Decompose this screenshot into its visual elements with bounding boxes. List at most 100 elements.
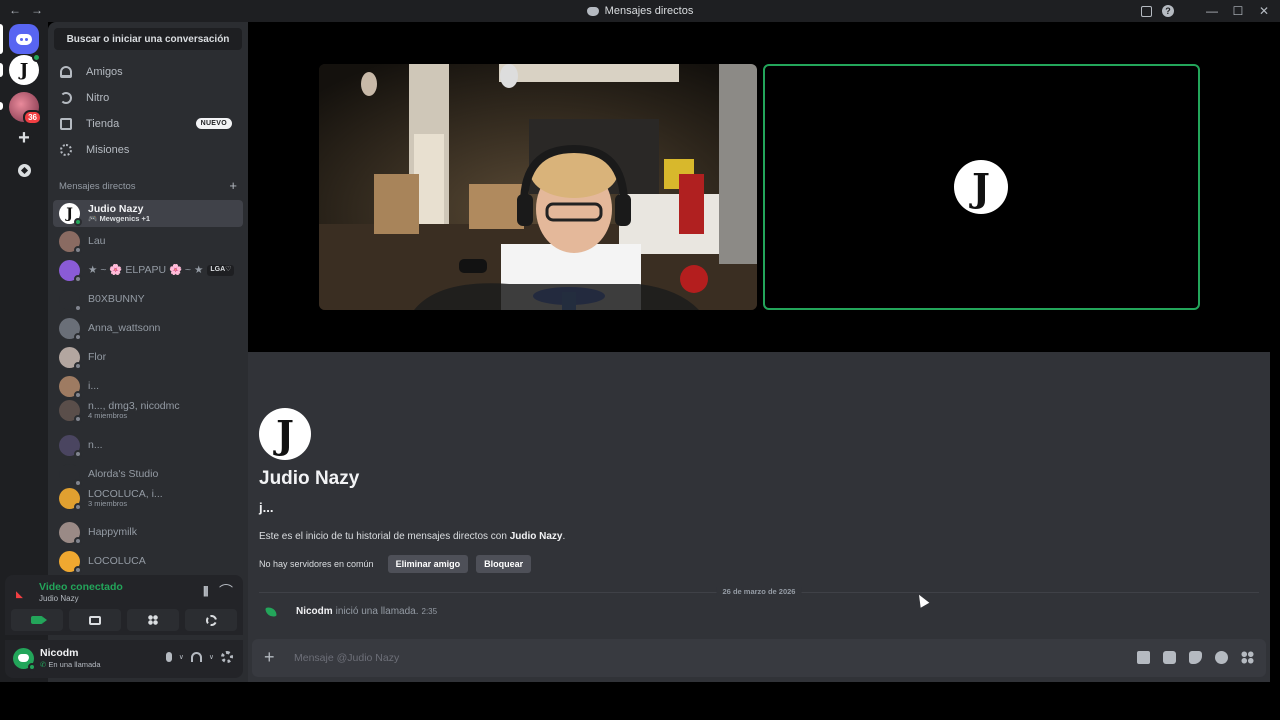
status-dot — [74, 450, 82, 458]
create-dm-icon[interactable]: + — [229, 179, 237, 192]
screen-share-button[interactable] — [69, 609, 121, 631]
letterbox-bar — [0, 682, 1280, 720]
nav-quests[interactable]: Misiones — [54, 138, 242, 162]
discord-logo-icon — [586, 6, 599, 16]
add-attachment-button[interactable]: + — [264, 647, 275, 668]
dm-item[interactable]: J Judio Nazy 🎮 Mewgenics +1 — [53, 200, 243, 227]
title-bar: ← → Mensajes directos ? — ☐ ✕ — [0, 0, 1280, 22]
user-controls: ∨ ∨ — [165, 651, 233, 663]
call-text: inició una llamada. — [335, 606, 419, 617]
gif-icon[interactable] — [1163, 651, 1176, 664]
dm-item[interactable]: Lau — [53, 228, 243, 255]
headphones-icon[interactable] — [190, 652, 202, 662]
emoji-icon[interactable] — [1215, 651, 1228, 664]
search-button[interactable]: Buscar o iniciar una conversación — [54, 28, 242, 50]
server-avatar-icon[interactable]: 36 — [9, 92, 42, 125]
direct-messages-home-button[interactable] — [9, 24, 39, 54]
avatar — [59, 231, 82, 254]
dm-item[interactable]: ★ ~ 🌸 ELPAPU 🌸 ~ ★ LGA♡ — [53, 257, 243, 284]
game-icon: 🎮 — [88, 214, 98, 224]
voice-channel: Judio Nazy — [39, 594, 79, 603]
chevron-down-icon[interactable]: ∨ — [179, 653, 184, 661]
dm-subtitle: 4 miembros — [88, 411, 128, 421]
block-button[interactable]: Bloquear — [476, 555, 532, 573]
webcam-video — [319, 64, 757, 310]
status-dot — [74, 503, 82, 511]
message-input[interactable] — [294, 648, 1074, 668]
avatar — [59, 318, 82, 341]
avatar — [59, 400, 82, 423]
remove-friend-button[interactable]: Eliminar amigo — [387, 555, 469, 573]
main-content: J J Judio Nazy j... Este es el inicio de… — [248, 22, 1270, 682]
dm-item[interactable]: Anna_wattsonn — [53, 315, 243, 342]
compass-icon — [17, 163, 31, 177]
dm-item[interactable]: LOCOLUCA, i... 3 miembros — [53, 485, 243, 512]
dm-item[interactable]: B0XBUNNY — [53, 286, 243, 313]
nav-nitro[interactable]: Nitro — [54, 86, 242, 110]
apps-icon[interactable] — [1241, 651, 1254, 664]
status-dot — [74, 566, 82, 574]
avatar[interactable] — [13, 648, 36, 671]
window-title-text: Mensajes directos — [604, 5, 694, 17]
dm-item[interactable]: n..., dmg3, nicodmc 4 miembros — [53, 397, 243, 424]
explore-servers-button[interactable] — [9, 155, 39, 185]
add-server-button[interactable]: + — [9, 123, 39, 153]
new-badge: NUEVO — [195, 118, 232, 129]
unread-indicator — [0, 63, 3, 77]
microphone-icon[interactable] — [165, 652, 172, 662]
dm-item[interactable]: i... — [53, 373, 243, 400]
disconnect-icon[interactable]: ⌒ — [219, 581, 233, 601]
dm-name: Anna_wattsonn — [88, 322, 161, 335]
minimize-button[interactable]: — — [1204, 4, 1220, 18]
dm-name: Flor — [88, 351, 107, 364]
dm-item[interactable]: n... — [53, 432, 243, 459]
message-composer: + — [252, 639, 1266, 677]
call-author[interactable]: Nicodm — [296, 606, 333, 617]
gear-icon[interactable] — [221, 651, 233, 663]
back-icon[interactable]: ← — [8, 3, 22, 17]
signal-icon[interactable]: ◣ — [16, 589, 26, 599]
sticker-icon[interactable] — [1189, 651, 1202, 664]
dm-item[interactable]: LOCOLUCA — [53, 548, 243, 575]
intro-display-name: Judio Nazy — [259, 468, 360, 489]
dm-item[interactable]: Alorda's Studio — [53, 461, 243, 488]
call-system-message: Nicodm inició una llamada. 2:35 — [265, 605, 438, 618]
dm-name: n... — [88, 439, 103, 452]
mouse-cursor — [914, 592, 930, 608]
help-icon[interactable]: ? — [1162, 5, 1174, 17]
shop-icon — [60, 118, 72, 130]
title-bar-actions: ? — ☐ ✕ — [1141, 0, 1272, 22]
status-dot — [74, 537, 82, 545]
mutual-servers-text: No hay servidores en común — [259, 559, 374, 569]
video-tile-judio-nazy[interactable]: J — [763, 64, 1200, 310]
gift-icon[interactable] — [1137, 651, 1150, 664]
server-tag: LGA♡ — [207, 265, 235, 276]
status-dot — [74, 304, 82, 312]
camera-button[interactable] — [11, 609, 63, 631]
avatar — [59, 488, 82, 511]
avatar — [59, 289, 82, 312]
close-button[interactable]: ✕ — [1256, 4, 1272, 18]
maximize-button[interactable]: ☐ — [1230, 4, 1246, 18]
forward-icon[interactable]: → — [30, 3, 44, 17]
avatar — [59, 464, 82, 487]
chevron-down-icon[interactable]: ∨ — [209, 653, 214, 661]
dm-item[interactable]: Flor — [53, 344, 243, 371]
intro-avatar: J — [259, 408, 311, 460]
dm-subtitle: 🎮 Mewgenics +1 — [88, 214, 151, 224]
nav-shop[interactable]: Tienda NUEVO — [54, 112, 242, 136]
voice-status[interactable]: Video conectado — [39, 581, 123, 593]
nav-friends[interactable]: Amigos — [54, 60, 242, 84]
call-duration: 2:35 — [421, 607, 438, 616]
noise-suppression-icon[interactable]: ||||| — [203, 585, 209, 597]
user-name[interactable]: Nicodm — [40, 647, 79, 659]
activities-button[interactable] — [127, 609, 179, 631]
dm-item[interactable]: Happymilk — [53, 519, 243, 546]
selected-indicator — [0, 24, 3, 54]
soundboard-button[interactable] — [185, 609, 237, 631]
server-j-icon[interactable]: J — [9, 53, 41, 85]
inbox-icon[interactable] — [1141, 5, 1152, 17]
camera-icon — [31, 616, 47, 624]
avatar: J — [59, 203, 82, 226]
video-tile-webcam[interactable] — [319, 64, 757, 310]
